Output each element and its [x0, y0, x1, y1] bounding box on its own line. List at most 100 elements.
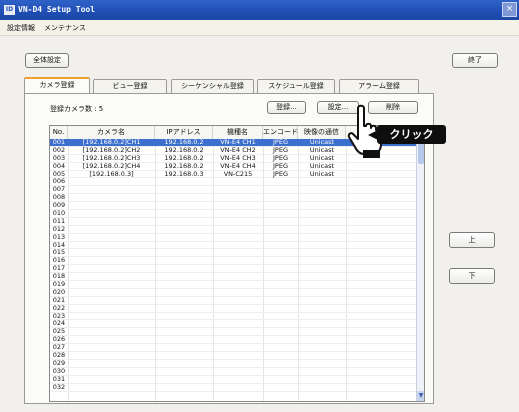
col-header-encode[interactable]: エンコード	[263, 126, 298, 139]
table-row[interactable]: 021	[50, 297, 417, 305]
table-row[interactable]: 011	[50, 218, 417, 226]
cell-encode: JPEG	[273, 154, 288, 162]
table-row[interactable]: 007	[50, 186, 417, 195]
cell-no: 019	[52, 281, 66, 289]
col-header-ip-address[interactable]: IPアドレス	[155, 126, 213, 139]
table-row[interactable]: 010	[50, 210, 417, 218]
cell-no: 027	[52, 344, 66, 352]
menu-maintenance[interactable]: メンテナンス	[44, 23, 86, 33]
table-row[interactable]: 018	[50, 273, 417, 282]
table-row[interactable]: 008	[50, 194, 417, 203]
cell-camera-name: [192.168.0.2]CH1	[82, 139, 141, 146]
cell-no: 020	[52, 288, 66, 296]
cell-no: 010	[52, 210, 66, 218]
cell-no: 013	[52, 233, 66, 241]
menu-bar: 設定情報 メンテナンス	[0, 20, 519, 36]
cell-no: 014	[52, 241, 66, 249]
cell-no: 022	[52, 304, 66, 312]
cell-no: 003	[52, 154, 66, 162]
cell-video-comm: Unicast	[309, 154, 335, 162]
cell-ip-address: 192.168.0.2	[164, 146, 204, 154]
table-row[interactable]: 019	[50, 281, 417, 289]
cell-model: VN-E4 CH3	[220, 154, 256, 162]
table-row[interactable]: 024	[50, 320, 417, 329]
move-up-button[interactable]: 上	[449, 232, 495, 248]
tab-sequential-registration[interactable]: シーケンシャル登録	[171, 79, 254, 93]
close-button[interactable]: ×	[502, 2, 517, 17]
table-row[interactable]: 020	[50, 289, 417, 297]
table-row[interactable]: 009	[50, 202, 417, 211]
col-header-video-comm[interactable]: 映像の通信	[298, 126, 346, 139]
cell-encode: JPEG	[273, 170, 288, 178]
cell-model: VN-C215	[223, 170, 253, 178]
click-callout: クリック	[377, 125, 446, 144]
cell-no: 023	[52, 312, 66, 320]
tab-view-registration[interactable]: ビュー登録	[93, 79, 167, 93]
scroll-down-arrow-icon[interactable]: ▼	[417, 391, 424, 401]
cell-no: 024	[52, 320, 66, 328]
cell-no: 029	[52, 359, 66, 367]
table-row[interactable]: 013	[50, 234, 417, 242]
table-row[interactable]: 015	[50, 249, 417, 258]
tab-alarm-registration[interactable]: アラーム登録	[339, 79, 419, 93]
cell-no: 017	[52, 265, 66, 273]
cell-no: 030	[52, 367, 66, 375]
cell-ip-address: 192.168.0.2	[164, 139, 204, 146]
cell-no: 016	[52, 257, 66, 265]
list-rows: 001 [192.168.0.2]CH1 192.168.0.2 VN-E4 CH1 J…	[50, 139, 417, 392]
cell-model: VN-E4 CH2	[220, 146, 256, 154]
col-header-no[interactable]: No.	[50, 126, 68, 139]
cell-video-comm: Unicast	[309, 139, 335, 146]
table-row[interactable]: 022	[50, 305, 417, 313]
cell-no: 025	[52, 328, 66, 336]
col-header-model[interactable]: 機種名	[213, 126, 263, 139]
table-row[interactable]: 031	[50, 376, 417, 384]
exit-button[interactable]: 終了	[452, 53, 498, 68]
title-bar: ID VN-D4 Setup Tool ×	[0, 0, 519, 20]
table-row[interactable]: 030	[50, 368, 417, 376]
all-settings-button[interactable]: 全体設定	[25, 53, 69, 68]
table-row[interactable]: 027	[50, 344, 417, 353]
table-row[interactable]: 016	[50, 257, 417, 266]
cell-no: 006	[52, 178, 66, 186]
table-row[interactable]: 012	[50, 226, 417, 234]
col-header-camera-name[interactable]: カメラ名	[68, 126, 155, 139]
cell-no: 028	[52, 352, 66, 360]
cell-encode: JPEG	[273, 162, 288, 170]
cell-video-comm: Unicast	[309, 170, 335, 178]
camera-list[interactable]: No. カメラ名 IPアドレス 機種名 エンコード 映像の通信 001 [192.…	[49, 125, 425, 402]
cell-no: 007	[52, 186, 66, 194]
cell-ip-address: 192.168.0.3	[164, 170, 204, 178]
cell-no: 009	[52, 202, 66, 210]
cell-no: 002	[52, 146, 66, 154]
table-row[interactable]: 029	[50, 360, 417, 368]
tab-schedule-registration[interactable]: スケジュール登録	[257, 79, 335, 93]
table-row[interactable]: 032	[50, 384, 417, 392]
tab-camera-registration[interactable]: カメラ登録	[24, 77, 90, 94]
table-row[interactable]: 028	[50, 352, 417, 360]
table-row[interactable]: 025	[50, 328, 417, 337]
table-row[interactable]: 014	[50, 242, 417, 250]
move-down-button[interactable]: 下	[449, 268, 495, 284]
cell-no: 008	[52, 194, 66, 202]
menu-settings-info[interactable]: 設定情報	[7, 23, 35, 33]
table-row[interactable]: 006	[50, 178, 417, 187]
cell-video-comm: Unicast	[309, 162, 335, 170]
table-row[interactable]: 026	[50, 336, 417, 345]
cell-no: 018	[52, 273, 66, 281]
table-row[interactable]: 017	[50, 265, 417, 274]
cell-no: 015	[52, 249, 66, 257]
cell-ip-address: 192.168.0.2	[164, 154, 204, 162]
cell-no: 001	[52, 139, 66, 146]
cell-video-comm: Unicast	[309, 146, 335, 154]
table-row[interactable]: 004 [192.168.0.2]CH4 192.168.0.2 VN-E4 CH4 J…	[50, 163, 417, 171]
cell-encode: JPEG	[273, 146, 288, 154]
register-button[interactable]: 登録...	[267, 101, 306, 114]
table-row[interactable]: 005 [192.168.0.3] 192.168.0.3 VN-C215 JPEG Un…	[50, 171, 417, 179]
cell-model: VN-E4 CH4	[220, 162, 256, 170]
table-row[interactable]: 023	[50, 313, 417, 321]
cell-no: 032	[52, 383, 66, 391]
cell-no: 031	[52, 375, 66, 383]
list-scrollbar[interactable]: ▼	[416, 126, 424, 401]
cell-no: 004	[52, 162, 66, 170]
